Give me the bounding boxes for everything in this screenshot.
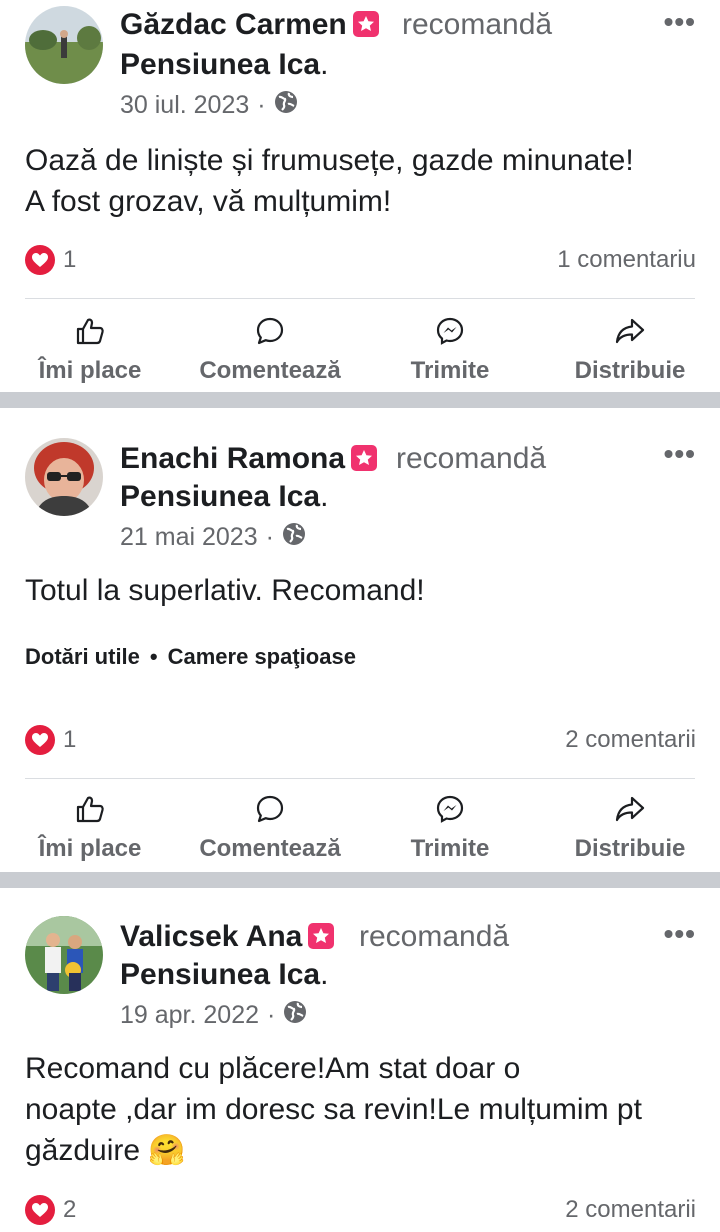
post-meta: 19 apr. 2022 · [120,1000,307,1031]
more-options-button[interactable]: ••• [664,6,696,38]
more-options-button[interactable]: ••• [664,918,696,950]
avatar[interactable] [25,438,103,516]
post-separator [0,392,720,408]
globe-icon [283,1000,307,1031]
like-button[interactable]: Îmi place [35,794,145,863]
comment-button[interactable]: Comentează [195,794,345,863]
globe-icon [274,90,298,121]
recommendation-tags: Dotări utile • Camere spaţioase [25,644,356,670]
messenger-icon [400,316,500,353]
recommend-badge-icon [352,11,379,37]
post-meta: 21 mai 2023 · [120,522,306,553]
recommend-badge-icon [308,923,335,949]
recommend-badge-icon [351,445,378,471]
comment-bubble-icon [195,316,345,353]
post-text-line: Oază de liniște și frumusețe, gazde minu… [25,144,634,177]
like-label: Îmi place [38,357,142,384]
comment-label: Comentează [199,835,341,862]
tag: Camere spaţioase [167,644,356,669]
divider [25,298,695,299]
post-text: Recomand cu plăcere!Am stat doar o noapt… [25,1048,705,1171]
author-name[interactable]: Valicsek Ana [120,920,335,954]
author-name-text[interactable]: Valicsek Ana [120,920,302,953]
post-date[interactable]: 30 iul. 2023 [120,91,249,120]
author-name[interactable]: Enachi Ramona [120,442,378,476]
share-label: Distribuie [574,835,686,862]
post-text: Oază de liniște și frumusețe, gazde minu… [25,140,705,222]
share-arrow-icon [572,794,688,831]
post-meta: 30 iul. 2023 · [120,90,298,121]
comments-count-link[interactable]: 2 comentarii [565,1196,696,1224]
post-2: Enachi Ramona recomandă ••• Pensiunea Ic… [0,408,720,872]
send-button[interactable]: Trimite [400,316,500,385]
send-label: Trimite [410,835,490,862]
post-text-line: Recomand cu plăcere!Am stat doar o [25,1052,521,1085]
avatar[interactable] [25,6,103,84]
reaction-count: 1 [63,726,77,753]
post-actions: Îmi place Comentează Trimite Distribuie [0,794,720,884]
share-arrow-icon [572,316,688,353]
recommend-verb: recomandă [402,8,553,41]
post-text-line: A fost grozav, vă mulțumim! [25,185,392,218]
globe-icon [282,522,306,553]
send-button[interactable]: Trimite [400,794,500,863]
post-1: Găzdac Carmen recomandă ••• Pensiunea Ic… [0,0,720,392]
post-text: Totul la superlativ. Recomand! [25,570,705,611]
share-button[interactable]: Distribuie [572,316,688,385]
love-reaction-icon [25,245,55,275]
comments-count-link[interactable]: 1 comentariu [557,246,696,274]
comment-label: Comentează [199,357,341,384]
comments-count-link[interactable]: 2 comentarii [565,726,696,754]
page-name[interactable]: Pensiunea Ica. [120,48,328,82]
meta-separator: · [257,91,266,119]
thumbs-up-icon [35,316,145,353]
post-text-line: găzduire 🤗 [25,1134,186,1167]
recommend-verb: recomandă [396,442,547,475]
post-separator [0,872,720,888]
post-text-line: noapte ,dar im doresc sa revin!Le mulțum… [25,1093,642,1126]
love-reaction-icon [25,1195,55,1225]
like-label: Îmi place [38,835,142,862]
post-date[interactable]: 19 apr. 2022 [120,1001,259,1030]
post-text-line: Totul la superlativ. Recomand! [25,574,425,607]
meta-separator: · [265,523,274,551]
more-options-button[interactable]: ••• [664,438,696,470]
like-button[interactable]: Îmi place [35,316,145,385]
comment-button[interactable]: Comentează [195,316,345,385]
messenger-icon [400,794,500,831]
comment-bubble-icon [195,794,345,831]
reactions-summary[interactable]: 1 [25,245,76,275]
meta-separator: · [267,1001,276,1029]
reaction-count: 2 [63,1196,77,1223]
share-label: Distribuie [574,357,686,384]
reactions-summary[interactable]: 1 [25,725,76,755]
reactions-summary[interactable]: 2 [25,1195,76,1225]
send-label: Trimite [410,357,490,384]
tag-separator: • [149,644,158,669]
page-name[interactable]: Pensiunea Ica. [120,958,328,992]
avatar[interactable] [25,916,103,994]
share-button[interactable]: Distribuie [572,794,688,863]
post-3: Valicsek Ana recomandă ••• Pensiunea Ica… [0,888,720,1232]
post-date[interactable]: 21 mai 2023 [120,523,258,552]
author-name[interactable]: Găzdac Carmen [120,8,379,42]
reaction-count: 1 [63,246,77,273]
page-name[interactable]: Pensiunea Ica. [120,480,328,514]
author-name-text[interactable]: Găzdac Carmen [120,8,347,41]
tag: Dotări utile [25,644,140,669]
recommend-verb: recomandă [359,920,510,953]
author-name-text[interactable]: Enachi Ramona [120,442,345,475]
love-reaction-icon [25,725,55,755]
thumbs-up-icon [35,794,145,831]
divider [25,778,695,779]
